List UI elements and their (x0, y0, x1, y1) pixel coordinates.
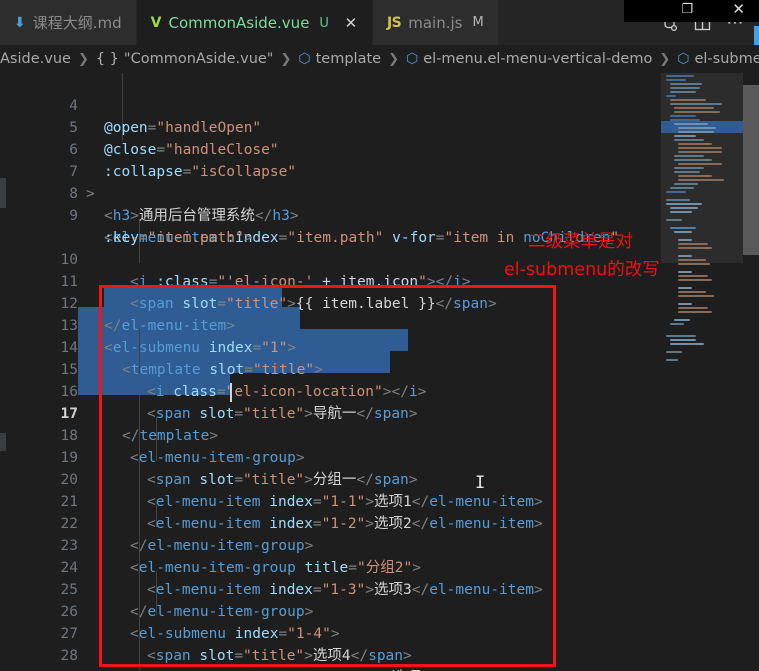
close-icon[interactable]: ✕ (344, 14, 358, 32)
cube-icon: ⬡ (298, 51, 311, 67)
vertical-scrollbar[interactable] (743, 73, 759, 671)
tab-status-badge: U (319, 15, 329, 31)
breadcrumb-item-el-menu[interactable]: ⬡ el-menu.el-menu-vertical-demo (406, 51, 652, 67)
vscode-window: ⬇ 课程大纲.md V CommonAside.vue U ✕ JS main.… (0, 0, 759, 671)
code-line[interactable]: 6 :collapse="isCollapse" (0, 117, 759, 180)
code-line[interactable]: 4 @open="handleOpen" (0, 73, 759, 136)
javascript-icon: JS (386, 14, 402, 31)
tab-label: main.js (408, 13, 463, 32)
breadcrumb-separator: ❯ (77, 51, 89, 67)
tab-commonaside-vue[interactable]: V CommonAside.vue U ✕ (136, 0, 373, 45)
annotation-highlight-box (99, 285, 556, 667)
annotation-note-line2: el-submenu的改写 (504, 260, 660, 280)
code-line[interactable]: 5 @close="handleClose" (0, 95, 759, 158)
scrollbar-thumb[interactable] (743, 85, 759, 255)
tab-course-outline-md[interactable]: ⬇ 课程大纲.md (0, 0, 137, 45)
tab-label: CommonAside.vue (168, 14, 310, 32)
tab-bar-accent-bar (754, 26, 759, 45)
breadcrumb-item-el-submenu[interactable]: ⬡ el-submenu (677, 51, 759, 67)
breadcrumb-item-template[interactable]: ⬡ template (298, 51, 381, 67)
cube-icon: ⬡ (406, 51, 419, 67)
annotation-note-line1: 二级菜单是对 (528, 232, 633, 252)
breadcrumb-item-symbol-root[interactable]: { } "CommonAside.vue" (96, 51, 274, 67)
breadcrumb-separator: ❯ (659, 51, 671, 67)
minimap[interactable] (661, 73, 743, 671)
breadcrumb-item-file[interactable]: Aside.vue (0, 51, 71, 67)
breadcrumb: Aside.vue ❯ { } "CommonAside.vue" ❯ ⬡ te… (0, 45, 759, 73)
braces-icon: { } (95, 51, 119, 67)
code-line[interactable]: 9 <el-menu-item :index="item.path" v-for… (0, 183, 759, 246)
window-controls-overlay: ❐ ✕ (624, 0, 759, 22)
markdown-arrow-icon: ⬇ (14, 14, 26, 31)
code-line[interactable]: 7 > (0, 139, 759, 202)
cube-icon: ⬡ (677, 51, 690, 67)
code-line[interactable]: 30 </el-submenu> (0, 667, 759, 671)
breadcrumb-separator: ❯ (388, 51, 399, 67)
mouse-pointer-ibeam: I (475, 473, 486, 493)
tab-label: 课程大纲.md (32, 14, 122, 32)
tab-main-js[interactable]: JS main.js M (372, 0, 499, 45)
vue-logo-icon: V (150, 15, 162, 31)
code-line[interactable]: 10 <i :class="'el-icon-' + item.icon"></… (0, 227, 759, 290)
code-line-wrapped[interactable]: :key="item.path"> (0, 205, 759, 246)
tab-status-badge: M (472, 15, 484, 30)
close-window-icon[interactable]: ✕ (732, 0, 745, 18)
breadcrumb-separator: ❯ (280, 51, 292, 67)
code-line[interactable]: 8 <h3>通用后台管理系统</h3> (0, 161, 759, 224)
maximize-icon[interactable]: ❐ (681, 2, 693, 17)
